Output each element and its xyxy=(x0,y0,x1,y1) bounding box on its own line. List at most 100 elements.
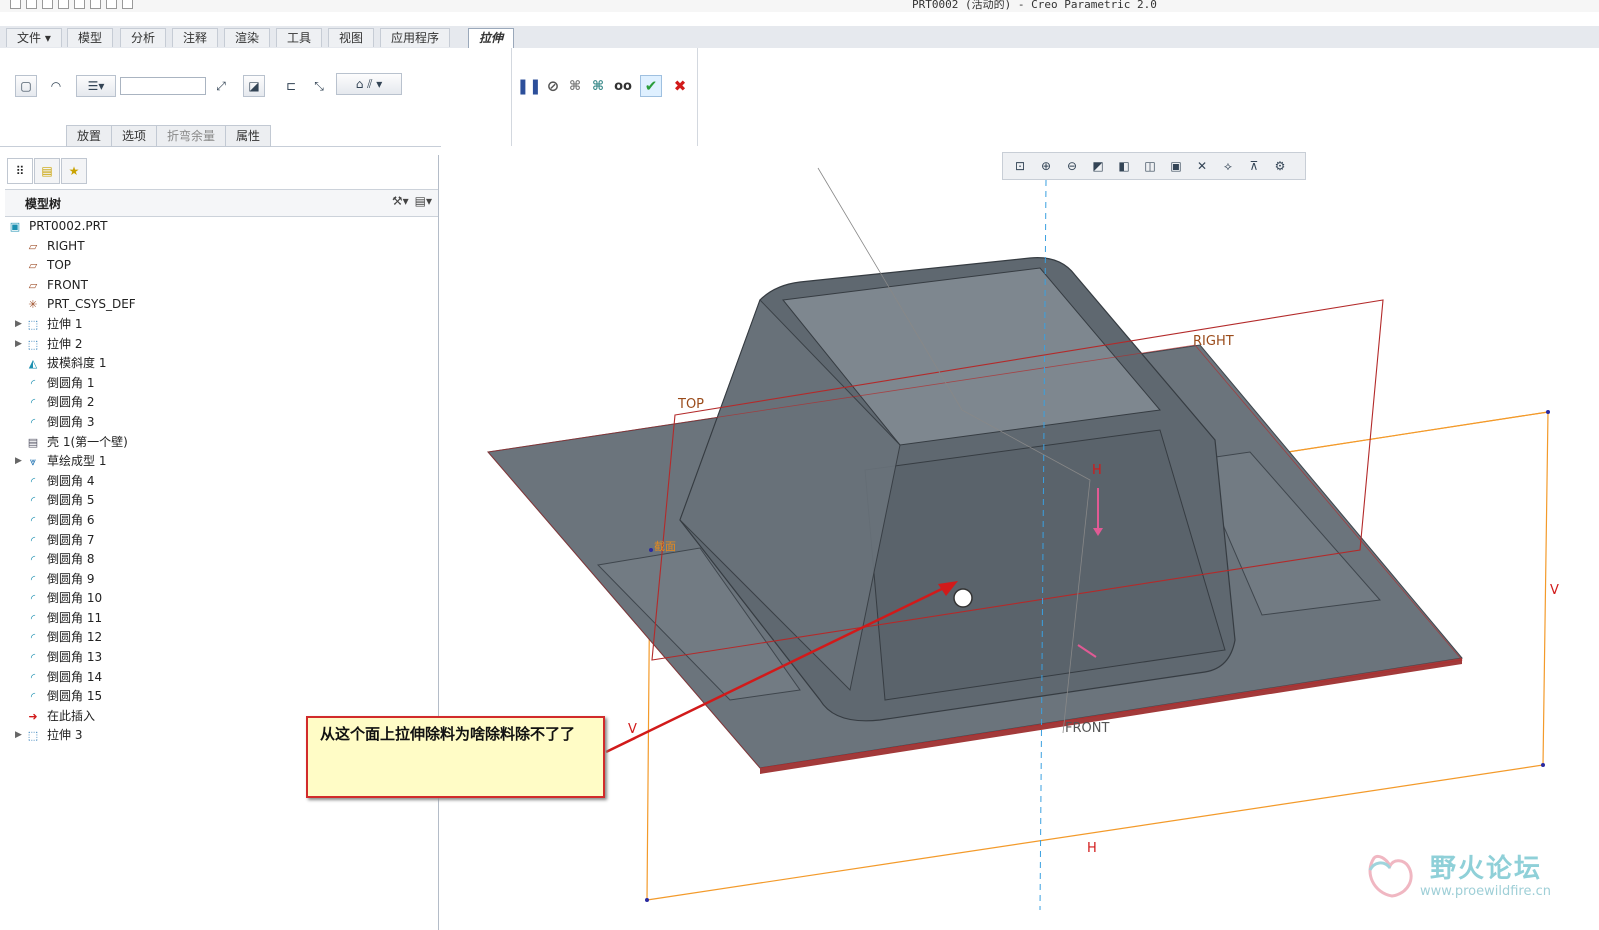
tree-item[interactable]: ◜ 倒圆角 6 xyxy=(5,511,438,531)
tab-model[interactable]: 模型 xyxy=(67,28,114,47)
tree-item[interactable]: ◜ 倒圆角 5 xyxy=(5,491,438,511)
zoom-out-icon[interactable]: ⊖ xyxy=(1060,155,1084,177)
subtab-properties[interactable]: 属性 xyxy=(225,125,272,147)
tree-item-label: FRONT xyxy=(47,277,88,292)
favorites-tab[interactable]: ★ xyxy=(61,158,87,184)
tree-item[interactable]: ◜ 倒圆角 14 xyxy=(5,668,438,688)
refit-icon[interactable]: ⊡ xyxy=(1008,155,1032,177)
remove-material-button[interactable]: ◪ xyxy=(243,75,265,97)
tree-item[interactable]: ▤ 壳 1(第一个壁) xyxy=(5,433,438,453)
tree-item-label: 倒圆角 3 xyxy=(47,414,95,429)
tab-tools[interactable]: 工具 xyxy=(276,28,323,47)
tree-item[interactable]: ▶ ⩔ 草绘成型 1 xyxy=(5,452,438,472)
datum-display-icon[interactable]: ✕ xyxy=(1190,155,1214,177)
verify-mode-button[interactable]: oo xyxy=(612,75,634,97)
spin-center-icon[interactable]: ⟡ xyxy=(1216,155,1240,177)
tree-item-label: 草绘成型 1 xyxy=(47,454,107,469)
tab-file[interactable]: 文件 ▾ xyxy=(6,28,62,47)
tree-item-label: 倒圆角 13 xyxy=(47,650,103,665)
annotation-display-icon[interactable]: ⊼ xyxy=(1242,155,1266,177)
tree-item[interactable]: ◜ 倒圆角 10 xyxy=(5,589,438,609)
tree-item[interactable]: ✳ PRT_CSYS_DEF xyxy=(5,295,438,315)
expand-arrow-icon[interactable]: ▶ xyxy=(15,726,22,746)
regenerate-icon[interactable] xyxy=(90,0,101,9)
dashboard-subtabs: 放置 选项 折弯余量 属性 xyxy=(66,125,272,147)
flip-direction-button[interactable]: ⤢ xyxy=(210,75,232,97)
round-icon: ◜ xyxy=(30,553,36,567)
confirm-button[interactable]: ✔ xyxy=(640,75,662,97)
tree-item[interactable]: ◜ 倒圆角 2 xyxy=(5,393,438,413)
tree-item[interactable]: ▣ PRT0002.PRT xyxy=(5,217,438,237)
appearance-icon[interactable]: ⚙ xyxy=(1268,155,1292,177)
tree-item[interactable]: ◜ 倒圆角 12 xyxy=(5,628,438,648)
tree-item[interactable]: ◜ 倒圆角 7 xyxy=(5,531,438,551)
flip-thicken-button[interactable]: ⤡ xyxy=(308,75,330,97)
pause-button[interactable]: ❚❚ xyxy=(516,75,542,97)
graphics-window[interactable]: RIGHT TOP FRONT 截面 H H V V xyxy=(441,146,1599,930)
tree-item[interactable]: ▱ RIGHT xyxy=(5,237,438,257)
close-window-icon[interactable] xyxy=(122,0,133,9)
folder-browser-tab[interactable]: ▤ xyxy=(34,158,60,184)
datum-plane-icon: ▱ xyxy=(28,259,38,273)
zoom-in-icon[interactable]: ⊕ xyxy=(1034,155,1058,177)
windows-icon[interactable] xyxy=(106,0,117,9)
tree-settings-icon[interactable]: ⚒▾ xyxy=(392,194,409,208)
undo-icon[interactable] xyxy=(58,0,69,9)
cancel-button[interactable]: ✖ xyxy=(669,75,691,97)
subtab-placement[interactable]: 放置 xyxy=(66,125,113,147)
tree-filter-icon[interactable]: ▤▾ xyxy=(415,194,432,208)
tree-item[interactable]: ◜ 倒圆角 4 xyxy=(5,472,438,492)
round-icon: ◜ xyxy=(30,533,36,547)
open-file-icon[interactable] xyxy=(26,0,37,9)
display-style-icon[interactable]: ◧ xyxy=(1112,155,1136,177)
model-tree: ▣ PRT0002.PRT ▱ RIGHT ▱ TOP ▱ FRONT ✳ PRT_CSYS_DE… xyxy=(5,217,438,746)
saved-views-icon[interactable]: ◫ xyxy=(1138,155,1162,177)
vertex-dot xyxy=(649,548,653,552)
tree-item-label: 倒圆角 1 xyxy=(47,375,95,390)
repaint-icon[interactable]: ◩ xyxy=(1086,155,1110,177)
tree-item[interactable]: ◜ 倒圆角 3 xyxy=(5,413,438,433)
tree-item[interactable]: ▶ ⬚ 拉伸 2 xyxy=(5,335,438,355)
tree-item[interactable]: ◜ 倒圆角 8 xyxy=(5,550,438,570)
thicken-sketch-button[interactable]: ⊏ xyxy=(280,75,302,97)
save-icon[interactable] xyxy=(42,0,53,9)
tree-item[interactable]: ▱ TOP xyxy=(5,256,438,276)
flip-arrow-icon: ⤢ xyxy=(216,78,226,93)
depth-option-dropdown[interactable]: ☰▾ xyxy=(76,75,116,97)
tree-item[interactable]: ▱ FRONT xyxy=(5,276,438,296)
extrude-surface-button[interactable]: ◠ xyxy=(45,75,67,97)
detached-preview-button[interactable]: ⌘ xyxy=(587,75,609,97)
new-file-icon[interactable] xyxy=(10,0,21,9)
tab-view[interactable]: 视图 xyxy=(328,28,375,47)
tab-extrude[interactable]: 拉伸 xyxy=(468,28,515,49)
tree-item[interactable]: ◜ 倒圆角 9 xyxy=(5,570,438,590)
tree-item[interactable]: ▶ ⬚ 拉伸 1 xyxy=(5,315,438,335)
no-preview-button[interactable]: ⊘ xyxy=(542,75,564,97)
tree-item[interactable]: ◜ 倒圆角 11 xyxy=(5,609,438,629)
tab-analysis[interactable]: 分析 xyxy=(120,28,167,47)
depth-blind-icon: ☰▾ xyxy=(87,79,105,93)
attached-preview-button[interactable]: ⌘ xyxy=(564,75,586,97)
expand-arrow-icon[interactable]: ▶ xyxy=(15,335,22,355)
subtab-options[interactable]: 选项 xyxy=(111,125,158,147)
view-manager-icon[interactable]: ▣ xyxy=(1164,155,1188,177)
tab-render[interactable]: 渲染 xyxy=(224,28,271,47)
redo-icon[interactable] xyxy=(74,0,85,9)
tree-item[interactable]: ◜ 倒圆角 13 xyxy=(5,648,438,668)
tree-item[interactable]: ◜ 倒圆角 1 xyxy=(5,374,438,394)
pause-icon: ❚❚ xyxy=(516,77,542,95)
tree-item-label: RIGHT xyxy=(47,238,85,253)
depth-value-input[interactable] xyxy=(120,77,206,95)
tree-item[interactable]: ◭ 拔模斜度 1 xyxy=(5,354,438,374)
expand-arrow-icon[interactable]: ▶ xyxy=(15,452,22,472)
tab-annotate[interactable]: 注释 xyxy=(172,28,219,47)
expand-arrow-icon[interactable]: ▶ xyxy=(15,315,22,335)
tab-applications[interactable]: 应用程序 xyxy=(380,28,451,47)
model-view[interactable]: RIGHT TOP FRONT 截面 H H V V xyxy=(441,146,1599,930)
subtab-bend-allowance[interactable]: 折弯余量 xyxy=(156,125,227,147)
tree-item[interactable]: ◜ 倒圆角 15 xyxy=(5,687,438,707)
extrude-solid-button[interactable]: ▢ xyxy=(15,75,37,97)
model-tree-tab[interactable]: ⠿ xyxy=(7,158,33,184)
shell-icon: ▤ xyxy=(27,435,39,449)
sheetmetal-options-button[interactable]: ⌂ ⫽ ▾ xyxy=(336,73,402,95)
